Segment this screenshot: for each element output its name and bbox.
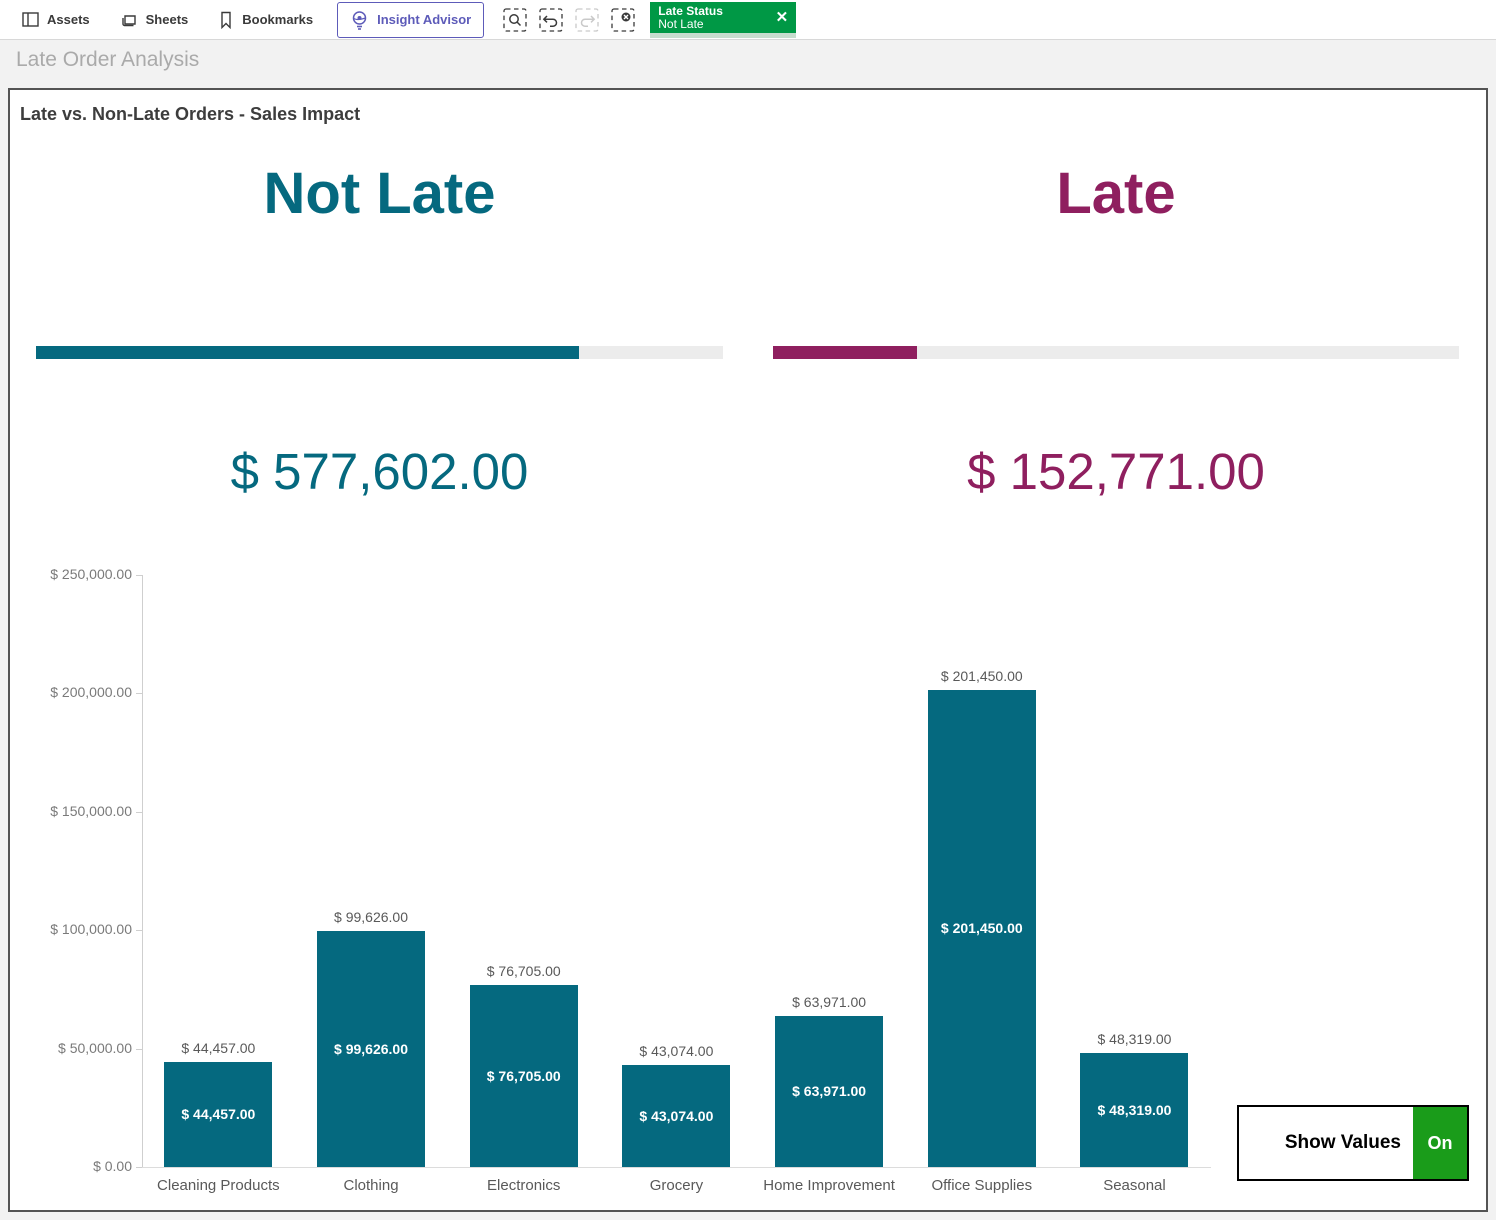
value-label-inside: $ 63,971.00 [792, 1083, 867, 1100]
value-label-above: $ 76,705.00 [486, 963, 561, 980]
sheet-title: Late Order Analysis [16, 48, 200, 71]
show-values-state-on: On [1413, 1107, 1467, 1179]
selection-chip-field: Late Status [658, 3, 723, 18]
clear-selections-button[interactable] [606, 3, 640, 37]
value-label-inside: $ 201,450.00 [940, 920, 1023, 937]
bar-slot: $ 99,626.00 $ 99,626.00 [295, 575, 448, 1167]
category-label-cleaning-products[interactable]: Cleaning Products [142, 1177, 295, 1194]
assets-label: Assets [47, 12, 90, 27]
kpi-not-late-value: $ 577,602.00 [230, 443, 529, 500]
x-axis-labels: Cleaning Products Clothing Electronics Groc… [142, 1177, 1211, 1194]
step-back-button[interactable] [534, 3, 568, 37]
bar-office-supplies[interactable]: $ 201,450.00 [927, 689, 1036, 1167]
assets-button[interactable]: Assets [10, 2, 102, 38]
y-tick-label: $ 0.00 [93, 1158, 132, 1174]
kpi-late-value: $ 152,771.00 [967, 443, 1265, 500]
category-label-clothing[interactable]: Clothing [295, 1177, 448, 1194]
value-label-inside: $ 99,626.00 [334, 1041, 409, 1058]
category-label-grocery[interactable]: Grocery [600, 1177, 753, 1194]
bar-plot: $ 44,457.00 $ 44,457.00 $ 99,626.00 $ 99,62… [142, 575, 1211, 1167]
bar-electronics[interactable]: $ 76,705.00 [469, 985, 578, 1167]
bar-slot: $ 48,319.00 $ 48,319.00 [1058, 575, 1211, 1167]
y-tick-label: $ 50,000.00 [58, 1039, 132, 1056]
value-label-inside: $ 43,074.00 [639, 1108, 714, 1124]
bar-slot: $ 63,971.00 $ 63,971.00 [753, 575, 906, 1167]
bookmarks-button[interactable]: Bookmarks [206, 2, 325, 38]
bookmark-icon [218, 11, 234, 29]
sheets-label: Sheets [145, 12, 189, 27]
kpi-late-progress-fill [773, 346, 918, 359]
chart-panel: Late vs. Non-Late Orders - Sales Impact … [8, 88, 1488, 1212]
insight-advisor-button[interactable]: Insight Advisor [337, 1, 485, 38]
selection-chip-late-status[interactable]: Late Status Not Late ✕ [650, 1, 797, 38]
kpi-late-title: Late [1056, 161, 1176, 226]
y-tick-label: $ 250,000.00 [50, 566, 132, 582]
step-forward-button[interactable] [570, 3, 604, 37]
y-tick-mark [136, 1167, 142, 1168]
insight-advisor-icon [350, 10, 369, 30]
selection-tools [498, 3, 640, 37]
value-label-above: $ 201,450.00 [940, 667, 1023, 684]
category-label-home-improvement[interactable]: Home Improvement [753, 1177, 906, 1194]
kpi-not-late: Not Late $ 577,602.00 [36, 90, 723, 560]
value-label-inside: $ 76,705.00 [486, 1068, 561, 1085]
value-label-inside: $ 48,319.00 [1097, 1101, 1172, 1118]
bar-cleaning-products[interactable]: $ 44,457.00 [164, 1061, 273, 1167]
kpi-not-late-title: Not Late [263, 161, 496, 226]
kpi-late: Late $ 152,771.00 [773, 90, 1459, 560]
value-label-above: $ 43,074.00 [639, 1043, 714, 1060]
sheets-button[interactable]: Sheets [108, 2, 201, 38]
bar-seasonal[interactable]: $ 48,319.00 [1080, 1052, 1189, 1167]
kpi-not-late-progress-track [36, 346, 723, 359]
close-icon[interactable]: ✕ [776, 10, 789, 25]
y-tick-label: $ 200,000.00 [50, 684, 132, 701]
show-values-label: Show Values [1284, 1132, 1401, 1153]
bar-clothing[interactable]: $ 99,626.00 [317, 931, 426, 1167]
bookmarks-label: Bookmarks [242, 12, 314, 27]
y-tick-label: $ 100,000.00 [50, 921, 132, 938]
search-selections-button[interactable] [498, 3, 532, 37]
x-axis-line [142, 1167, 1211, 1168]
selection-chip-value: Not Late [658, 16, 704, 31]
selection-ratio-track [650, 32, 797, 38]
value-label-inside: $ 44,457.00 [181, 1106, 256, 1123]
value-label-above: $ 48,319.00 [1097, 1030, 1172, 1047]
bar-slot: $ 201,450.00 $ 201,450.00 [905, 575, 1058, 1167]
kpi-not-late-progress-fill [36, 346, 579, 359]
category-label-seasonal[interactable]: Seasonal [1058, 1177, 1211, 1194]
bar-slot: $ 76,705.00 $ 76,705.00 [447, 575, 600, 1167]
show-values-button[interactable]: Show Values On [1237, 1105, 1469, 1181]
value-label-above: $ 44,457.00 [181, 1039, 256, 1056]
category-label-office-supplies[interactable]: Office Supplies [905, 1177, 1058, 1194]
bar-home-improvement[interactable]: $ 63,971.00 [775, 1015, 884, 1167]
kpi-late-progress-track [773, 346, 1459, 359]
y-tick-label: $ 150,000.00 [50, 802, 132, 819]
insight-advisor-label: Insight Advisor [377, 12, 472, 27]
bar-slot: $ 43,074.00 $ 43,074.00 [600, 575, 753, 1167]
top-toolbar: Assets Sheets Bookmarks Insight Advisor [0, 0, 1496, 40]
sheets-icon [120, 11, 138, 28]
bar-slot: $ 44,457.00 $ 44,457.00 [142, 575, 295, 1167]
value-label-above: $ 63,971.00 [792, 993, 867, 1010]
category-label-electronics[interactable]: Electronics [447, 1177, 600, 1194]
assets-panel-icon [22, 11, 39, 28]
bar-grocery[interactable]: $ 43,074.00 [622, 1065, 731, 1167]
value-label-above: $ 99,626.00 [334, 909, 409, 926]
